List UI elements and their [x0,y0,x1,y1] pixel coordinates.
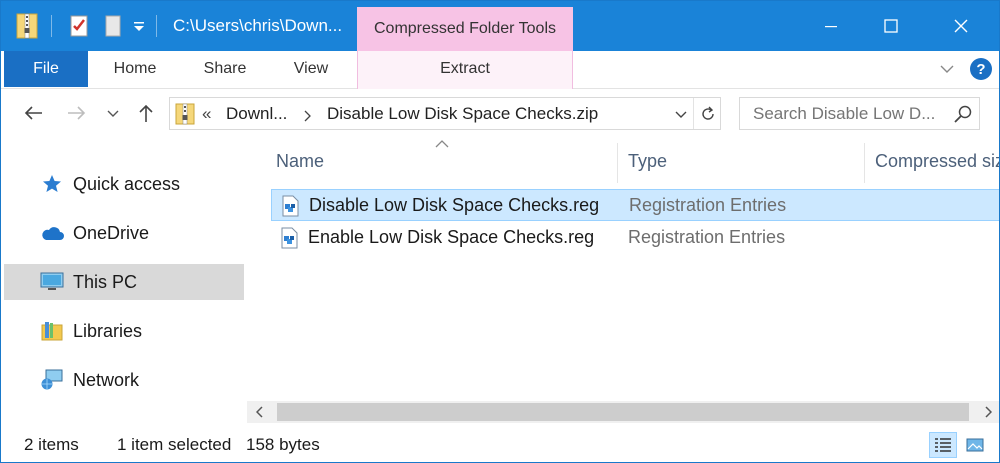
close-button[interactable] [931,1,991,51]
new-folder-icon[interactable] [101,12,125,40]
large-icons-view-icon[interactable] [961,432,989,458]
title-bar: C:\Users\chris\Down... Compressed Folder… [1,1,999,51]
column-divider[interactable] [617,143,618,183]
star-icon [38,172,66,196]
scroll-left-icon[interactable] [249,401,271,423]
customize-toolbar-icon[interactable] [129,12,149,40]
tab-extract[interactable]: Extract [358,51,572,87]
help-icon[interactable]: ? [970,58,992,80]
explorer-window: C:\Users\chris\Down... Compressed Folder… [0,0,1000,463]
details-view-icon[interactable] [929,432,957,458]
registry-file-icon [278,227,300,249]
breadcrumb-chevron-icon[interactable] [303,107,311,127]
search-input[interactable] [753,104,949,124]
sidebar-item-network[interactable]: Network [4,362,244,398]
sidebar-item-label: OneDrive [73,222,150,243]
status-bar: 2 items 1 item selected 158 bytes [1,427,999,462]
selection-size: 158 bytes [246,435,320,454]
file-row-enable[interactable]: Enable Low Disk Space Checks.reg Registr… [271,222,999,254]
sidebar-item-quick-access[interactable]: Quick access [4,166,244,202]
sidebar-item-label: Quick access [73,173,181,194]
file-name: Enable Low Disk Space Checks.reg [308,227,595,247]
file-row-disable[interactable]: Disable Low Disk Space Checks.reg Regist… [271,189,999,221]
network-icon [38,368,66,392]
title-separator [156,15,157,37]
maximize-button[interactable] [861,1,921,51]
expand-ribbon-icon[interactable] [937,59,957,79]
tab-share[interactable]: Share [187,51,263,87]
cloud-icon [38,221,66,245]
breadcrumb-current[interactable]: Disable Low Disk Space Checks.zip [327,104,598,124]
registry-file-icon [279,195,301,217]
recent-locations-icon[interactable] [105,101,121,125]
computer-icon [38,270,66,294]
tab-file[interactable]: File [4,51,88,87]
horizontal-scrollbar[interactable] [247,401,999,423]
search-box[interactable] [739,97,980,130]
properties-icon[interactable] [67,12,91,40]
minimize-button[interactable] [801,1,861,51]
context-tab-area: Extract [357,51,573,89]
file-list: Name Type Compressed size Disable Low Di… [247,139,999,401]
address-dropdown-icon[interactable] [672,103,690,125]
zip-folder-icon[interactable] [15,12,39,40]
ribbon-tabs: File Home Share View Extract ? [1,51,999,89]
address-bar[interactable]: « Downl... Disable Low Disk Space Checks… [169,97,721,130]
file-name: Disable Low Disk Space Checks.reg [309,195,600,215]
title-separator [51,15,52,37]
sidebar-item-label: Network [73,369,140,390]
forward-arrow-icon[interactable] [65,101,89,125]
up-arrow-icon[interactable] [135,101,157,125]
window-title: C:\Users\chris\Down... [173,16,343,35]
column-header-compressed-size[interactable]: Compressed size [875,139,999,183]
breadcrumb-downloads[interactable]: Downl... [226,104,287,124]
context-tab-header: Compressed Folder Tools [357,7,573,51]
search-icon[interactable] [953,104,973,124]
tab-home[interactable]: Home [97,51,173,87]
sidebar-item-label: This PC [73,271,138,292]
selection-count: 1 item selected [117,435,232,454]
libraries-icon [38,319,66,343]
scroll-right-icon[interactable] [977,401,999,423]
navigation-bar: « Downl... Disable Low Disk Space Checks… [1,89,999,139]
refresh-icon[interactable] [693,98,721,129]
breadcrumb-overflow[interactable]: « [202,104,211,124]
item-count: 2 items [24,435,79,454]
scrollbar-thumb[interactable] [277,403,969,421]
sidebar-item-libraries[interactable]: Libraries [4,313,244,349]
zip-folder-icon [175,103,195,125]
sidebar-item-label: Libraries [73,320,143,341]
back-arrow-icon[interactable] [21,101,45,125]
file-type: Registration Entries [628,227,786,247]
column-header-type[interactable]: Type [628,139,858,183]
column-header-name[interactable]: Name [276,139,616,183]
sidebar-item-onedrive[interactable]: OneDrive [4,215,244,251]
sidebar-item-this-pc[interactable]: This PC [4,264,244,300]
tab-view[interactable]: View [273,51,349,87]
file-type: Registration Entries [629,195,787,215]
navigation-pane: Quick access OneDrive This PC Libraries … [1,139,247,428]
column-divider[interactable] [864,143,865,183]
